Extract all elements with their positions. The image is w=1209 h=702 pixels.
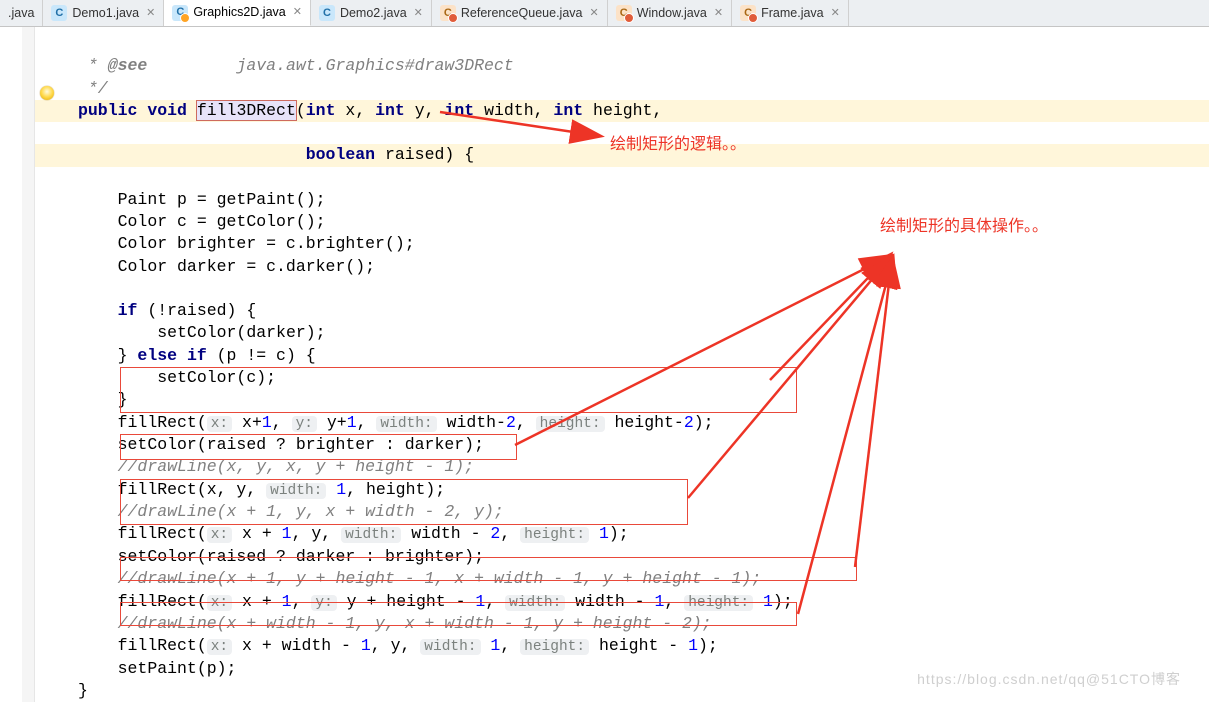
- class-lib-icon: [616, 5, 632, 21]
- method-name-highlight: fill3DRect: [197, 101, 296, 120]
- annotation-text-logic: 绘制矩形的逻辑。。: [610, 134, 746, 156]
- param-hint-x: x:: [207, 527, 232, 543]
- param-hint-y: y:: [311, 595, 336, 611]
- gutter: [0, 27, 23, 702]
- code-editor[interactable]: * @see java.awt.Graphics#draw3DRect */ p…: [0, 27, 1209, 702]
- param-hint-height: height:: [520, 527, 589, 543]
- param-hint-x: x:: [207, 416, 232, 432]
- close-icon[interactable]: ✕: [414, 6, 423, 21]
- annotation-text-ops: 绘制矩形的具体操作。。: [880, 216, 1048, 238]
- intention-bulb-icon[interactable]: [40, 86, 54, 100]
- tab-unknown-java[interactable]: .java: [0, 0, 43, 26]
- close-icon[interactable]: ✕: [714, 6, 723, 21]
- code-area[interactable]: * @see java.awt.Graphics#draw3DRect */ p…: [0, 33, 1209, 702]
- param-hint-x: x:: [207, 639, 232, 655]
- tab-demo1[interactable]: Demo1.java✕: [43, 0, 164, 26]
- param-hint-width: width:: [376, 416, 436, 432]
- param-hint-width: width:: [341, 527, 401, 543]
- close-icon[interactable]: ✕: [146, 6, 155, 21]
- param-hint-x: x:: [207, 595, 232, 611]
- close-icon[interactable]: ✕: [831, 6, 840, 21]
- close-icon[interactable]: ✕: [589, 6, 598, 21]
- class-lib-icon: [172, 5, 188, 21]
- watermark: https://blog.csdn.net/qq@51CTO博客: [917, 670, 1181, 689]
- tab-graphics2d[interactable]: Graphics2D.java✕: [164, 0, 311, 26]
- class-lib-icon: [740, 5, 756, 21]
- class-lib-icon: [440, 5, 456, 21]
- close-icon[interactable]: ✕: [293, 5, 302, 20]
- class-icon: [319, 5, 335, 21]
- editor-tab-bar: .java Demo1.java✕ Graphics2D.java✕ Demo2…: [0, 0, 1209, 27]
- param-hint-width: width:: [505, 595, 565, 611]
- class-icon: [51, 5, 67, 21]
- param-hint-height: height:: [520, 639, 589, 655]
- param-hint-height: height:: [536, 416, 605, 432]
- tab-demo2[interactable]: Demo2.java✕: [311, 0, 432, 26]
- tab-referencequeue[interactable]: ReferenceQueue.java✕: [432, 0, 608, 26]
- gutter-separator: [22, 27, 35, 702]
- tab-window[interactable]: Window.java✕: [608, 0, 732, 26]
- tab-frame[interactable]: Frame.java✕: [732, 0, 849, 26]
- param-hint-width: width:: [420, 639, 480, 655]
- param-hint-y: y:: [292, 416, 317, 432]
- param-hint-height: height:: [684, 595, 753, 611]
- param-hint-width: width:: [266, 483, 326, 499]
